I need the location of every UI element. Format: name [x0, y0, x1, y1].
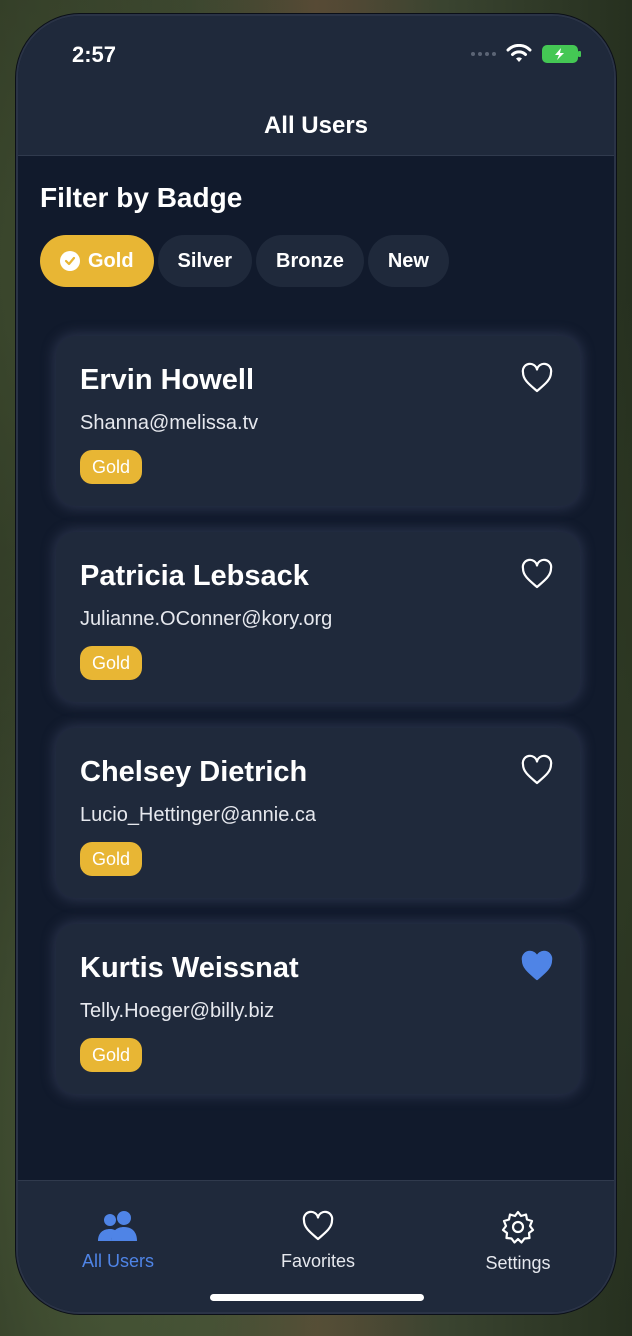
user-card[interactable]: Kurtis Weissnat Telly.Hoeger@billy.biz G…: [56, 924, 580, 1094]
user-email: Shanna@melissa.tv: [80, 412, 259, 434]
user-card[interactable]: Patricia Lebsack Julianne.OConner@kory.o…: [56, 532, 580, 702]
user-email: Telly.Hoeger@billy.biz: [80, 1000, 275, 1022]
user-name: Patricia Lebsack: [80, 560, 309, 592]
user-email: Lucio_Hettinger@annie.ca: [80, 804, 317, 826]
chip-gold[interactable]: Gold: [40, 235, 154, 287]
status-icons: [471, 44, 581, 64]
tab-all-users[interactable]: All Users: [48, 1209, 188, 1272]
badge-filter-chips: Gold Silver Bronze New: [40, 235, 449, 287]
user-name: Ervin Howell: [80, 364, 255, 396]
tab-settings[interactable]: Settings: [448, 1209, 588, 1274]
chip-label: Gold: [88, 249, 134, 272]
user-email: Julianne.OConner@kory.org: [80, 608, 333, 630]
user-badge: Gold: [80, 450, 143, 484]
tab-label: Favorites: [280, 1251, 356, 1271]
filter-title: Filter by Badge: [40, 182, 243, 213]
user-card[interactable]: Ervin Howell Shanna@melissa.tv Gold: [56, 336, 580, 506]
users-icon: [98, 1211, 137, 1241]
home-indicator: [210, 1294, 424, 1301]
chip-new[interactable]: New: [367, 235, 449, 287]
heart-filled-icon[interactable]: [520, 950, 554, 982]
battery-icon: [542, 45, 581, 63]
user-card[interactable]: Chelsey Dietrich Lucio_Hettinger@annie.c…: [56, 728, 580, 898]
signal-icon: [471, 52, 496, 56]
navigation-bar: All Users: [18, 96, 614, 156]
phone-frame: 2:57 All Users Filter by Badge Gold Silv…: [16, 14, 616, 1314]
checkmark-icon: [60, 251, 80, 271]
wifi-icon: [506, 44, 532, 62]
heart-icon: [302, 1210, 334, 1241]
tab-favorites[interactable]: Favorites: [248, 1209, 388, 1272]
main-content: Filter by Badge Gold Silver Bronze New E…: [18, 156, 614, 1180]
user-name: Chelsey Dietrich: [80, 756, 308, 788]
page-title: All Users: [263, 111, 369, 139]
chip-label: Bronze: [276, 249, 344, 272]
chip-label: New: [387, 249, 429, 272]
status-bar: 2:57: [18, 16, 614, 96]
user-badge: Gold: [80, 842, 143, 876]
user-name: Kurtis Weissnat: [80, 952, 299, 984]
status-time: 2:57: [72, 42, 117, 67]
user-badge: Gold: [80, 646, 143, 680]
heart-outline-icon[interactable]: [520, 362, 554, 394]
chip-bronze[interactable]: Bronze: [256, 235, 364, 287]
chip-label: Silver: [177, 249, 233, 272]
chip-silver[interactable]: Silver: [157, 235, 253, 287]
user-badge: Gold: [80, 1038, 143, 1072]
heart-outline-icon[interactable]: [520, 558, 554, 590]
gear-icon: [501, 1210, 535, 1244]
heart-outline-icon[interactable]: [520, 754, 554, 786]
tab-label: All Users: [81, 1251, 154, 1271]
tab-label: Settings: [485, 1253, 551, 1273]
